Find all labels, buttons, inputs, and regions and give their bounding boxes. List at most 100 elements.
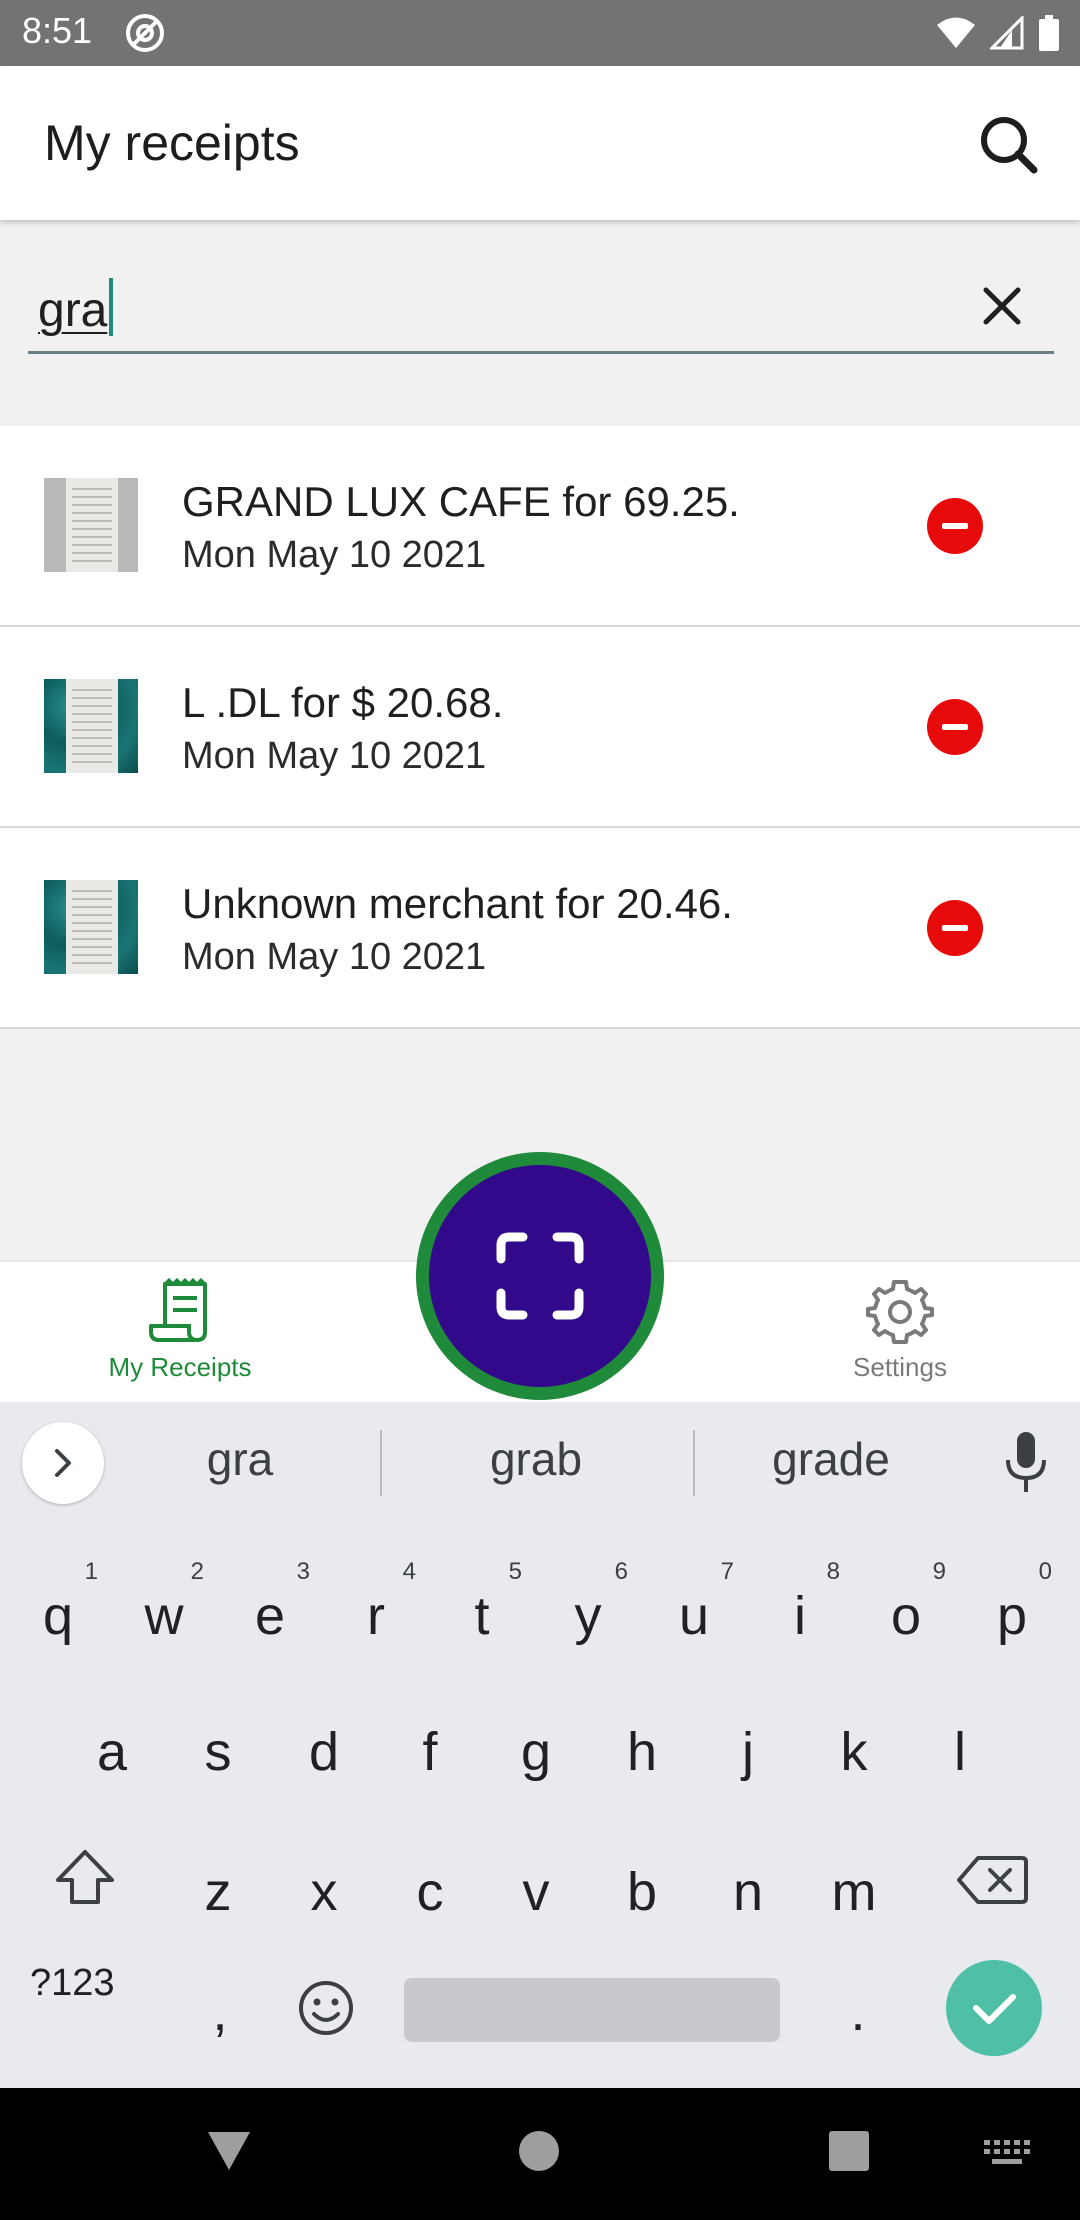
key-d[interactable]: d [274,1692,374,1812]
key-s[interactable]: s [168,1692,268,1812]
search-area: gra [0,220,1080,426]
key-l[interactable]: l [910,1692,1010,1812]
scan-frame-icon [496,1232,584,1320]
symbols-key[interactable]: ?123 [30,1962,140,2005]
page-title: My receipts [44,115,300,171]
key-k[interactable]: k [804,1692,904,1812]
space-key[interactable] [404,1978,780,2042]
key-o[interactable]: o9 [856,1556,956,1676]
key-b[interactable]: b [592,1832,692,1952]
key-comma[interactable]: , [170,1952,270,2072]
suggestion-divider [380,1430,382,1496]
suggestion-2[interactable]: grab [426,1432,646,1486]
system-nav-bar [0,2088,1080,2220]
receipt-thumbnail [44,880,138,974]
receipt-title: L .DL for $ 20.68. [182,679,504,726]
key-v[interactable]: v [486,1832,586,1952]
home-icon[interactable] [518,2130,560,2172]
key-i[interactable]: i8 [750,1556,850,1676]
key-r[interactable]: r4 [326,1556,426,1676]
nav-settings[interactable]: Settings [770,1276,1030,1396]
keyboard: q1 w2 e3 r4 t5 y6 u7 i8 o9 p0 a s d f g … [0,1524,1080,2088]
receipt-thumbnail [44,478,138,572]
key-p[interactable]: p0 [962,1556,1062,1676]
enter-key[interactable] [946,1960,1042,2056]
key-x[interactable]: x [274,1832,374,1952]
suggestion-divider [693,1430,695,1496]
key-m[interactable]: m [804,1832,904,1952]
key-n[interactable]: n [698,1832,798,1952]
key-e[interactable]: e3 [220,1556,320,1676]
suggestion-strip: gra grab grade [0,1402,1080,1524]
search-icon[interactable] [974,110,1044,180]
receipt-date: Mon May 10 2021 [182,936,487,978]
key-w[interactable]: w2 [114,1556,214,1676]
suggestion-3[interactable]: grade [721,1432,941,1486]
keyboard-switch-icon[interactable] [984,2140,1030,2168]
chevron-right-icon [55,1449,71,1477]
key-hint: 8 [826,1558,840,1585]
checkmark-icon [973,1994,1016,2024]
key-label: o [890,1586,922,1646]
key-hint: 2 [190,1558,204,1585]
receipt-lines [72,689,112,763]
key-g[interactable]: g [486,1692,586,1812]
recents-icon[interactable] [828,2130,870,2172]
key-j[interactable]: j [698,1692,798,1812]
key-y[interactable]: y6 [538,1556,638,1676]
scan-button[interactable] [416,1152,664,1400]
remove-icon[interactable] [927,498,983,554]
signal-icon [990,16,1024,50]
remove-icon[interactable] [927,900,983,956]
gear-icon [866,1280,934,1344]
nav-my-receipts-label: My Receipts [108,1352,252,1382]
key-u[interactable]: u7 [644,1556,744,1676]
key-hint: 7 [720,1558,734,1585]
expand-toolbar-button[interactable] [22,1422,104,1504]
key-label: p [996,1586,1028,1646]
key-period[interactable]: . [808,1952,908,2072]
key-a[interactable]: a [62,1692,162,1812]
search-input[interactable]: gra [28,258,1054,354]
receipt-icon [149,1277,207,1342]
list-item[interactable]: GRAND LUX CAFE for 69.25. Mon May 10 202… [0,426,1080,627]
back-icon[interactable] [206,2130,252,2172]
key-c[interactable]: c [380,1832,480,1952]
key-hint: 5 [508,1558,522,1585]
screen: 8:51 My receipts gra GRAND LUX CAFE for … [0,0,1080,2220]
shift-icon[interactable] [54,1848,116,1906]
receipt-lines [72,890,112,964]
receipt-lines [72,488,112,562]
suggestion-1[interactable]: gra [130,1432,350,1486]
key-f[interactable]: f [380,1692,480,1812]
receipt-title: Unknown merchant for 20.46. [182,880,733,927]
status-bar: 8:51 [0,0,1080,66]
key-label: w [144,1586,184,1646]
app-bar: My receipts [0,66,1080,220]
list-item[interactable]: Unknown merchant for 20.46. Mon May 10 2… [0,828,1080,1029]
key-z[interactable]: z [168,1832,268,1952]
key-h[interactable]: h [592,1692,692,1812]
key-label: y [574,1586,602,1646]
key-label: r [367,1586,385,1646]
close-icon[interactable] [970,274,1034,338]
receipt-thumbnail [44,679,138,773]
key-t[interactable]: t5 [432,1556,532,1676]
receipt-date: Mon May 10 2021 [182,735,487,777]
remove-icon[interactable] [927,699,983,755]
key-label: e [254,1586,286,1646]
nav-my-receipts[interactable]: My Receipts [50,1276,310,1396]
microphone-icon[interactable] [1000,1430,1052,1496]
status-icons [936,12,1060,54]
backspace-icon[interactable] [956,1854,1028,1906]
key-hint: 6 [614,1558,628,1585]
at-sign-icon [126,14,164,52]
search-input-value[interactable]: gra [38,278,114,338]
key-hint: 3 [296,1558,310,1585]
key-hint: 9 [932,1558,946,1585]
scan-button-inner [429,1165,651,1387]
key-label: t [474,1586,490,1646]
key-q[interactable]: q1 [8,1556,108,1676]
emoji-icon[interactable] [296,1978,356,2038]
list-item[interactable]: L .DL for $ 20.68. Mon May 10 2021 [0,627,1080,828]
